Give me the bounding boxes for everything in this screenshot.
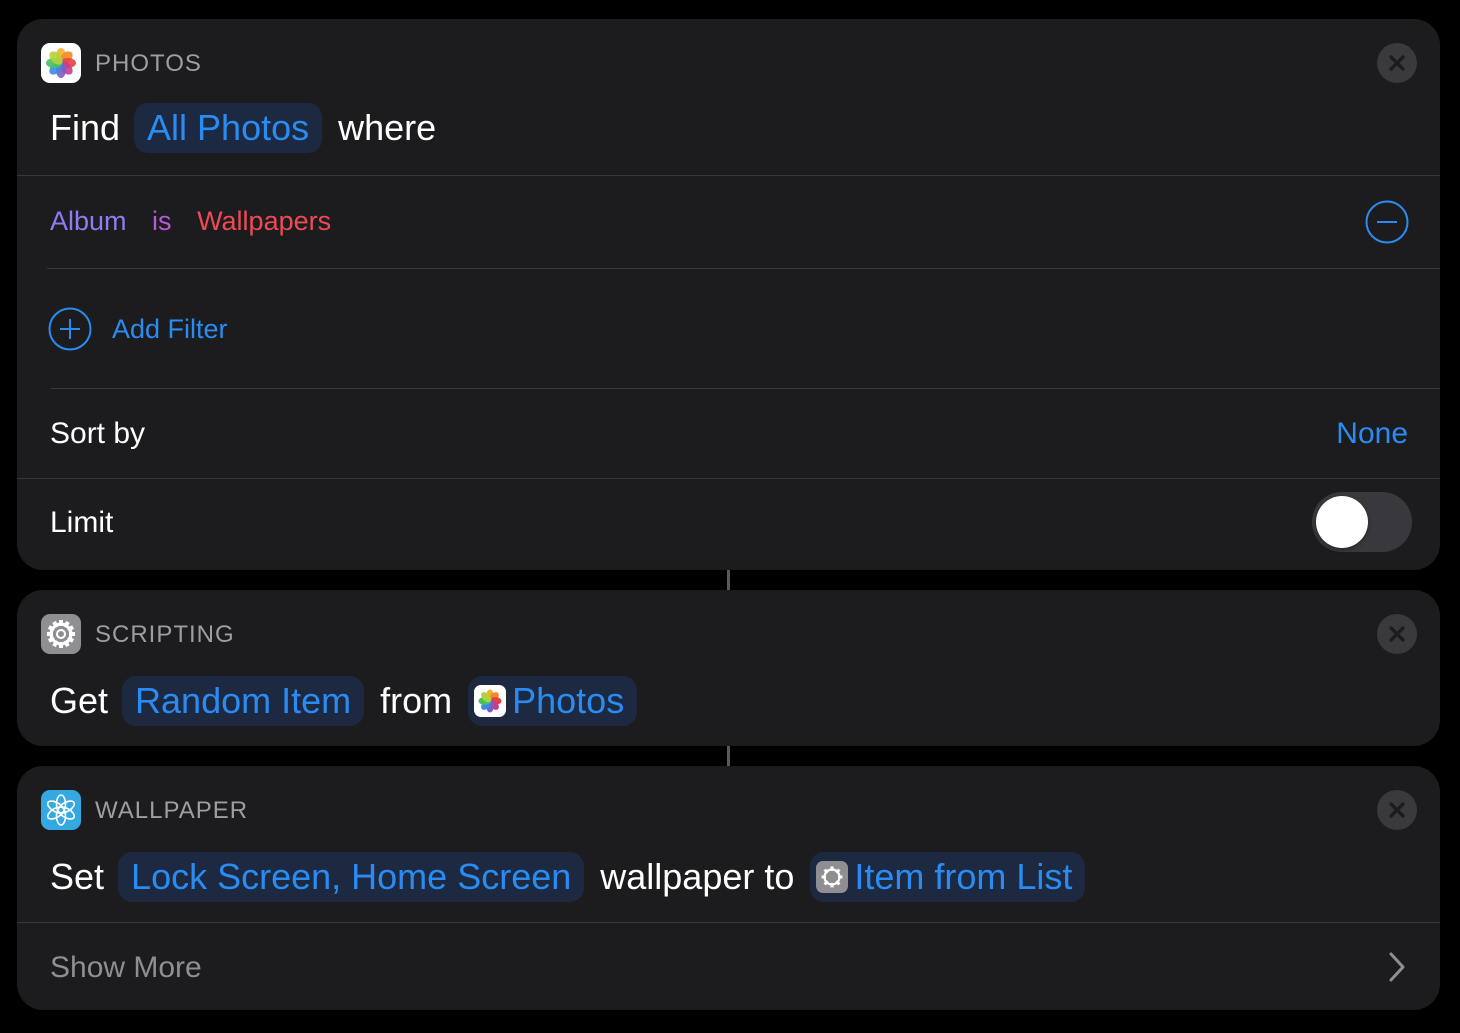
gear-icon — [816, 861, 849, 893]
limit-label: Limit — [50, 506, 114, 539]
divider — [50, 388, 1440, 389]
find-word: Find — [50, 107, 121, 148]
plus-circle-icon — [48, 307, 92, 351]
minus-circle-icon — [1365, 200, 1409, 244]
photos-scope-token[interactable]: All Photos — [134, 103, 323, 153]
wallpaper-app-label: WALLPAPER — [95, 797, 249, 824]
action-connector — [727, 746, 730, 766]
filter-row: Album is Wallpapers — [50, 206, 331, 237]
photos-find-sentence: Find All Photos where — [50, 103, 436, 153]
item-from-list-token[interactable]: Item from List — [810, 852, 1086, 902]
divider — [47, 268, 1440, 269]
get-word: Get — [50, 680, 109, 721]
wallpaper-set-sentence: Set Lock Screen, Home Screen wallpaper t… — [50, 852, 1101, 902]
filter-operator[interactable]: is — [152, 206, 172, 236]
gear-icon — [41, 614, 81, 654]
divider — [17, 478, 1440, 479]
wallpaper-close-button[interactable] — [1377, 790, 1417, 830]
close-icon — [1389, 802, 1405, 818]
wallpaper-to-words: wallpaper to — [600, 856, 795, 897]
add-filter-button[interactable]: Add Filter — [48, 307, 228, 351]
show-more-row[interactable]: Show More — [17, 923, 1440, 1010]
photos-close-button[interactable] — [1377, 43, 1417, 83]
toggle-knob — [1316, 496, 1368, 548]
chevron-right-icon — [1389, 952, 1405, 982]
scripting-close-button[interactable] — [1377, 614, 1417, 654]
add-filter-label: Add Filter — [112, 313, 228, 344]
scripting-get-sentence: Get Random Item from Photos — [50, 676, 653, 726]
item-from-list-label: Item from List — [854, 856, 1073, 897]
screens-token[interactable]: Lock Screen, Home Screen — [118, 852, 585, 902]
filter-field[interactable]: Album — [50, 206, 127, 236]
close-icon — [1389, 626, 1405, 642]
photos-icon — [474, 685, 507, 717]
photos-action-card: PHOTOS Find All Photos where Album is Wa… — [17, 19, 1440, 570]
photos-app-label: PHOTOS — [95, 50, 202, 77]
show-more-label: Show More — [50, 951, 202, 984]
from-word: from — [380, 680, 453, 721]
random-item-token[interactable]: Random Item — [122, 676, 365, 726]
where-word: where — [338, 107, 437, 148]
divider — [17, 175, 1440, 176]
action-connector — [727, 570, 730, 590]
close-icon — [1389, 55, 1405, 71]
scripting-action-card: SCRIPTING Get Random Item from Photos — [17, 590, 1440, 746]
set-word: Set — [50, 856, 105, 897]
photos-icon — [41, 43, 81, 83]
sort-by-label: Sort by — [50, 417, 146, 450]
remove-filter-button[interactable] — [1365, 200, 1409, 244]
scripting-app-label: SCRIPTING — [95, 621, 235, 648]
photos-variable-token[interactable]: Photos — [468, 676, 638, 726]
wallpaper-action-card: WALLPAPER Set Lock Screen, Home Screen w… — [17, 766, 1440, 1010]
limit-toggle[interactable] — [1312, 492, 1412, 552]
wallpaper-flower-icon — [41, 790, 81, 830]
photos-variable-label: Photos — [512, 680, 625, 721]
sort-by-value[interactable]: None — [1336, 417, 1408, 451]
filter-value[interactable]: Wallpapers — [197, 206, 331, 236]
